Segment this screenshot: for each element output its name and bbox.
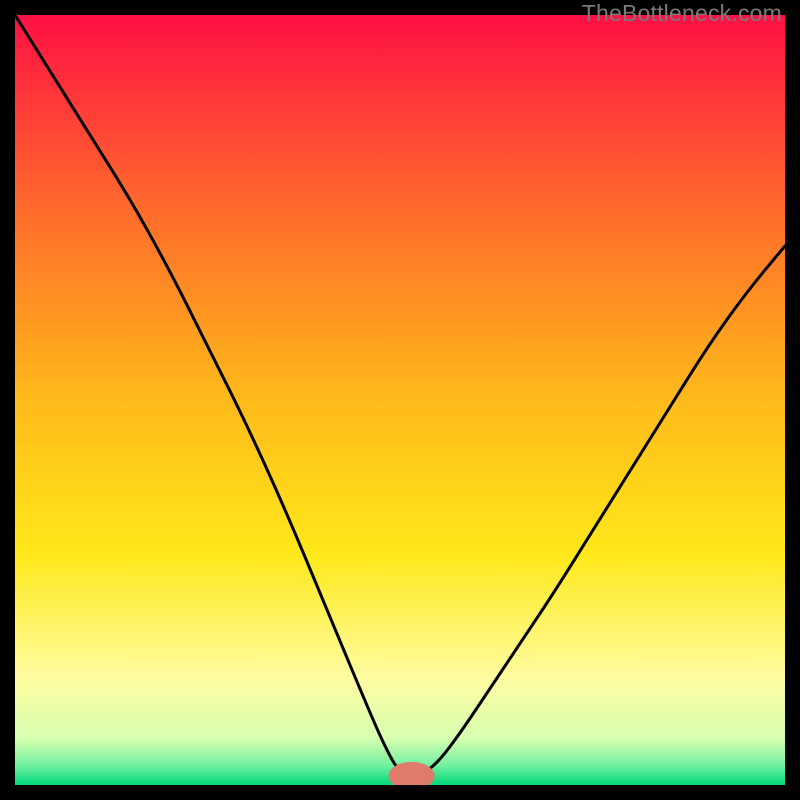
gradient-background <box>15 15 785 785</box>
chart-svg <box>15 15 785 785</box>
watermark-text: TheBottleneck.com <box>582 0 782 27</box>
chart-container: TheBottleneck.com <box>0 0 800 800</box>
plot-area <box>15 15 785 785</box>
